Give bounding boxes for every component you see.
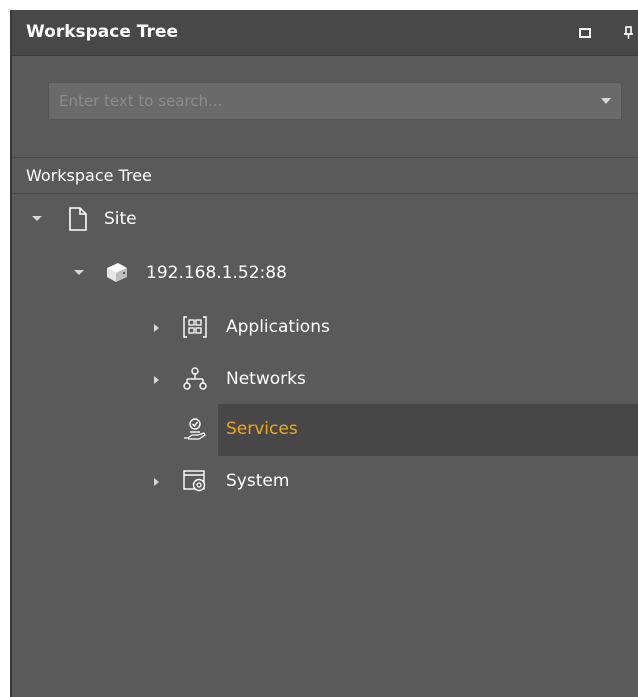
search-input[interactable] bbox=[49, 83, 579, 119]
panel-titlebar: Workspace Tree bbox=[12, 10, 638, 56]
tree-node-networks[interactable]: Networks bbox=[12, 354, 638, 406]
workspace-tree-panel: Workspace Tree Workspace Tree bbox=[10, 10, 638, 697]
applications-icon bbox=[182, 314, 207, 340]
panel-title: Workspace Tree bbox=[26, 22, 178, 42]
tree-node-label: Services bbox=[226, 419, 298, 439]
tree-node-label: Site bbox=[104, 209, 137, 229]
pin-icon[interactable] bbox=[620, 24, 638, 42]
tree-node-site[interactable]: Site bbox=[12, 194, 638, 246]
tree-node-server[interactable]: 192.168.1.52:88 bbox=[12, 248, 638, 300]
expand-arrow-icon[interactable] bbox=[32, 216, 42, 221]
expand-arrow-icon[interactable] bbox=[74, 270, 84, 275]
document-icon bbox=[66, 206, 90, 232]
tree-node-label: System bbox=[226, 471, 290, 491]
tree-node-services[interactable]: Services bbox=[12, 404, 638, 456]
tree-node-label: 192.168.1.52:88 bbox=[146, 263, 287, 283]
services-icon bbox=[182, 416, 206, 442]
workspace-tree: Site 192.168.1.52:88 Applications Networ… bbox=[12, 194, 638, 697]
search-combobox[interactable] bbox=[48, 82, 622, 120]
expand-arrow-icon[interactable] bbox=[154, 324, 159, 332]
tree-column-header: Workspace Tree bbox=[12, 158, 638, 194]
chevron-down-icon[interactable] bbox=[601, 98, 611, 104]
expand-arrow-icon[interactable] bbox=[154, 478, 159, 486]
server-icon bbox=[104, 260, 128, 286]
tree-node-applications[interactable]: Applications bbox=[12, 302, 638, 354]
tree-header-label: Workspace Tree bbox=[26, 166, 152, 185]
system-icon bbox=[182, 468, 206, 494]
tree-node-system[interactable]: System bbox=[12, 456, 638, 508]
networks-icon bbox=[182, 366, 207, 392]
tree-node-label: Applications bbox=[226, 317, 330, 337]
tree-node-label: Networks bbox=[226, 369, 306, 389]
float-window-icon[interactable] bbox=[576, 24, 594, 42]
search-area bbox=[12, 56, 638, 158]
expand-arrow-icon[interactable] bbox=[154, 376, 159, 384]
